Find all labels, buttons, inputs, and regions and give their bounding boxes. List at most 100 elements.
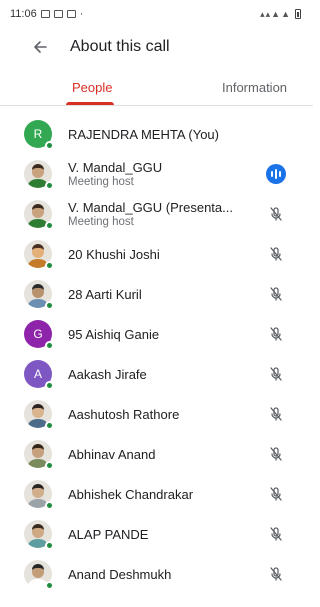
speaking-indicator — [262, 160, 290, 188]
participant-info: V. Mandal_GGU Meeting host — [68, 160, 258, 188]
participant-info: Abhishek Chandrakar — [68, 487, 258, 502]
avatar-letter: A — [33, 367, 42, 381]
back-button[interactable] — [22, 29, 58, 65]
participant-name: 95 Aishiq Ganie — [68, 326, 160, 342]
participant-info: ALAP PANDE — [68, 527, 258, 542]
mic-off-icon — [270, 567, 282, 581]
status-right: ▴▴▲▲ — [260, 9, 301, 20]
participant-name: Aakash Jirafe — [68, 366, 147, 382]
participant-name: Abhishek Chandrakar — [68, 486, 194, 502]
participant-list: R RAJENDRA MEHTA (You) V. Mandal_GGU Meetin… — [0, 114, 313, 594]
mic-off-icon — [270, 527, 282, 541]
signal-icon: ▴▴▲▲ — [260, 8, 291, 19]
participant-row[interactable]: Aashutosh Rathore — [0, 394, 313, 434]
tab-information[interactable]: Information — [222, 80, 287, 95]
mute-button[interactable] — [262, 520, 290, 548]
participant-name: 28 Aarti Kuril — [68, 286, 142, 302]
participant-info: 28 Aarti Kuril — [68, 287, 258, 302]
participant-row[interactable]: G 95 Aishiq Ganie — [0, 314, 313, 354]
participant-row[interactable]: 20 Khushi Joshi — [0, 234, 313, 274]
avatar-photo — [24, 440, 54, 470]
participant-name: Aashutosh Rathore — [68, 406, 180, 422]
mic-off-icon — [270, 447, 282, 461]
mute-button[interactable] — [262, 400, 290, 428]
participant-info: 95 Aishiq Ganie — [68, 327, 258, 342]
participant-row[interactable]: Abhishek Chandrakar — [0, 474, 313, 514]
mute-button[interactable] — [262, 480, 290, 508]
active-tab-indicator — [66, 102, 114, 105]
participant-name: 20 Khushi Joshi — [68, 246, 160, 262]
avatar-letter: R — [33, 127, 43, 141]
avatar: A — [24, 360, 54, 390]
participant-row[interactable]: Abhinav Anand — [0, 434, 313, 474]
online-status-dot — [45, 461, 54, 470]
status-time: 11:06 — [10, 8, 37, 20]
participant-row[interactable]: V. Mandal_GGU Meeting host — [0, 154, 313, 194]
participant-info: 20 Khushi Joshi — [68, 247, 258, 262]
participant-name: V. Mandal_GGU (Presenta... — [68, 200, 233, 215]
participant-info: Anand Deshmukh — [68, 567, 258, 582]
online-status-dot — [45, 261, 54, 270]
online-status-dot — [45, 221, 54, 230]
mic-off-icon — [270, 407, 282, 421]
avatar-photo — [24, 200, 54, 230]
participant-info: Aakash Jirafe — [68, 367, 258, 382]
avatar-photo — [24, 520, 54, 550]
gallery-icon — [53, 10, 63, 18]
avatar-photo — [24, 400, 54, 430]
participant-info: V. Mandal_GGU (Presenta... Meeting host — [68, 200, 258, 228]
participant-name: V. Mandal_GGU — [68, 160, 163, 175]
participant-row[interactable]: R RAJENDRA MEHTA (You) — [0, 114, 313, 154]
mute-button[interactable] — [262, 280, 290, 308]
avatar-photo — [24, 280, 54, 310]
mic-off-icon — [270, 487, 282, 501]
participant-info: Aashutosh Rathore — [68, 407, 258, 422]
avatar-photo — [24, 560, 54, 590]
avatar: R — [24, 120, 54, 150]
participant-role: Meeting host — [68, 176, 134, 188]
avatar-photo — [24, 240, 54, 270]
participant-row[interactable]: ALAP PANDE — [0, 514, 313, 554]
mic-off-icon — [270, 247, 282, 261]
participant-info: RAJENDRA MEHTA (You) — [68, 127, 258, 142]
participant-name: Abhinav Anand — [68, 446, 156, 462]
online-status-dot — [45, 381, 54, 390]
participant-row[interactable]: V. Mandal_GGU (Presenta... Meeting host — [0, 194, 313, 234]
mute-button[interactable] — [262, 240, 290, 268]
mute-button[interactable] — [262, 320, 290, 348]
mute-button[interactable] — [262, 360, 290, 388]
avatar-photo — [24, 480, 54, 510]
tab-people[interactable]: People — [72, 80, 112, 95]
participant-name: RAJENDRA MEHTA (You) — [68, 126, 219, 142]
participant-row[interactable]: A Aakash Jirafe — [0, 354, 313, 394]
online-status-dot — [45, 301, 54, 310]
arrow-back-icon — [34, 41, 47, 53]
participant-name: ALAP PANDE — [68, 526, 149, 542]
online-status-dot — [45, 341, 54, 350]
avatar-photo — [24, 160, 54, 190]
download-icon — [66, 10, 76, 18]
participant-row[interactable]: Anand Deshmukh — [0, 554, 313, 594]
app-bar: About this call — [0, 28, 313, 66]
online-status-dot — [45, 421, 54, 430]
participant-role: Meeting host — [68, 216, 134, 228]
mute-button[interactable] — [262, 200, 290, 228]
mic-off-icon — [270, 287, 282, 301]
online-status-dot — [45, 501, 54, 510]
mute-button[interactable] — [262, 440, 290, 468]
mic-off-icon — [270, 327, 282, 341]
online-status-dot — [45, 541, 54, 550]
status-left: 11:06 · — [10, 8, 83, 20]
mute-button[interactable] — [262, 560, 290, 588]
status-bar: 11:06 · ▴▴▲▲ — [0, 0, 313, 28]
battery-icon — [295, 9, 301, 19]
online-status-dot — [45, 141, 54, 150]
status-separator: · — [79, 8, 84, 20]
tab-bar: People Information — [0, 72, 313, 106]
online-status-dot — [45, 181, 54, 190]
mic-off-icon — [270, 367, 282, 381]
participant-row[interactable]: 28 Aarti Kuril — [0, 274, 313, 314]
online-status-dot — [45, 581, 54, 590]
photo-icon — [40, 10, 50, 18]
participant-name: Anand Deshmukh — [68, 566, 172, 582]
